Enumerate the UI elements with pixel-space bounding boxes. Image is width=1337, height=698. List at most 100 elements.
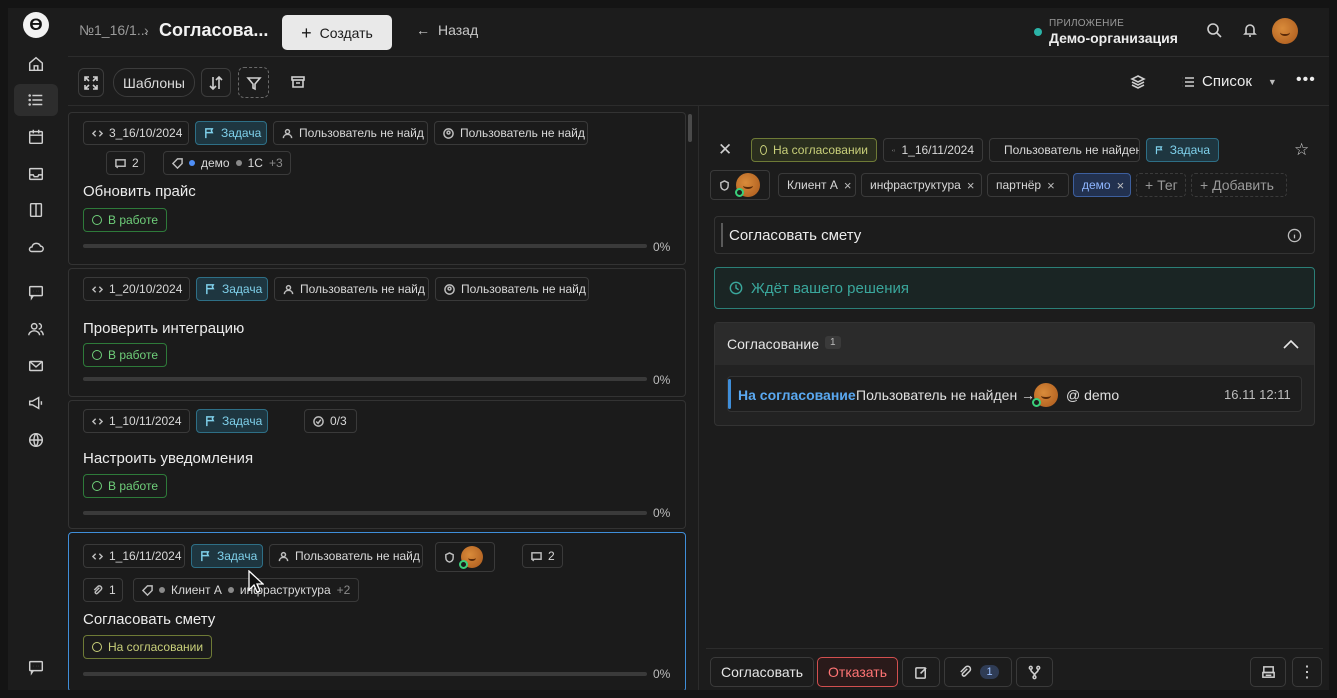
branch-icon[interactable] [1016,657,1053,687]
app-caption: ПРИЛОЖЕНИЕ [1049,18,1125,29]
templates-label: Шаблоны [123,74,185,91]
view-label: Список [1202,73,1252,90]
approver-chip[interactable] [435,542,495,572]
assignee-chip[interactable]: Пользователь не найд [273,121,428,145]
list-icon[interactable] [14,84,58,116]
layers-icon[interactable] [1130,74,1146,90]
back-button[interactable]: ← Назад [416,22,478,38]
expand-icon[interactable] [78,68,104,97]
task-title: Согласовать смету [83,611,216,628]
approve-button[interactable]: Согласовать [710,657,814,687]
detail-type-chip: Задача [1146,138,1219,162]
globe-icon[interactable] [14,424,58,456]
create-button[interactable]: + Создать [282,15,392,50]
users-icon[interactable] [14,313,58,345]
comment-icon [115,158,126,168]
app-logo-icon[interactable]: ϴ [23,12,49,38]
user-avatar[interactable] [1272,18,1298,44]
megaphone-icon[interactable] [14,387,58,419]
info-icon[interactable] [1287,228,1302,243]
list-toolbar: Шаблоны Список ▼ ••• [68,56,1329,106]
tag-chip-active[interactable]: демо × [1073,173,1131,197]
comments-chip[interactable]: 2 [106,151,145,175]
shield-icon [445,551,454,563]
approval-header[interactable]: Согласование 1 [715,323,1314,365]
support-chat-icon[interactable] [14,651,58,683]
bell-icon[interactable] [1242,22,1262,42]
tags-chip[interactable]: демо 1С +3 [163,151,291,175]
approval-entry-user: Пользователь не найден → [856,387,1036,403]
templates-button[interactable]: Шаблоны [113,68,195,97]
author-chip[interactable]: Пользователь не найд [435,277,589,301]
task-card[interactable]: 1_10/11/2024 Задача 0/3 Настроить уведом… [68,400,686,529]
assignee-chip[interactable]: Пользователь не найд [269,544,423,568]
edit-icon[interactable] [902,657,940,687]
organization-name[interactable]: Демо-организация [1049,30,1178,46]
archive-icon[interactable] [290,74,306,90]
star-icon[interactable]: ☆ [1294,140,1309,160]
task-id-chip: 1_10/11/2024 [83,409,190,433]
breadcrumb[interactable]: №1_16/1... [79,22,149,38]
remove-tag-icon: × [1047,177,1055,193]
clock-icon [729,281,743,295]
calendar-icon[interactable] [14,121,58,153]
flag-icon [206,283,215,294]
close-icon[interactable]: ✕ [718,140,732,160]
status-badge: На согласовании [83,635,213,659]
attachments-chip[interactable]: 1 [83,578,123,602]
tags-chip[interactable]: Клиент А инфраструктура +2 [133,578,359,602]
more-icon[interactable]: ••• [1296,71,1316,89]
app-status-dot [1034,28,1042,36]
detail-approver-chip[interactable] [710,170,770,200]
task-title-field[interactable]: Согласовать смету [714,216,1315,254]
task-id-chip: 1_16/11/2024 [83,544,185,568]
reject-button[interactable]: Отказать [817,657,898,687]
chevron-up-icon[interactable] [1282,337,1300,351]
more-vertical-icon[interactable]: ⋮ [1292,657,1322,687]
tag-chip[interactable]: инфраструктура × [861,173,982,197]
approval-count: 1 [825,336,841,349]
inbox-icon[interactable] [14,158,58,190]
book-icon[interactable] [14,194,58,226]
approval-entry-time: 16.11 12:11 [1224,387,1291,402]
cloud-icon[interactable] [14,231,58,263]
mail-icon[interactable] [14,350,58,382]
panel-divider[interactable] [698,106,699,690]
tag-chip[interactable]: Клиент А × [778,173,856,197]
task-card[interactable]: 1_20/10/2024 Задача Пользователь не найд… [68,268,686,397]
plus-icon: + [301,22,312,43]
back-button-label: Назад [438,22,479,38]
chat-icon[interactable] [14,276,58,308]
task-title: Обновить прайс [83,183,196,200]
list-scrollbar[interactable] [688,114,692,142]
approval-entry[interactable]: На согласование Пользователь не найден →… [727,376,1302,412]
filter-icon[interactable] [238,67,269,98]
user-icon [283,284,294,294]
add-tag-button[interactable]: + Тег [1136,173,1186,197]
comments-chip[interactable]: 2 [522,544,563,568]
assignee-chip[interactable]: Пользователь не найд [274,277,429,301]
code-icon [92,552,103,560]
task-title-value: Согласовать смету [729,227,862,244]
attachments-button[interactable]: 1 [944,657,1012,687]
tag-chip[interactable]: партнёр × [987,173,1069,197]
tag-icon [172,157,183,169]
task-id-chip: 3_16/10/2024 [83,121,189,145]
detail-status-chip[interactable]: На согласовании [751,138,877,162]
remove-tag-icon: × [843,177,852,193]
home-icon[interactable] [14,48,58,80]
add-field-button[interactable]: + Добавить [1191,173,1287,197]
progress-bar [83,244,647,248]
author-chip[interactable]: Пользователь не найд [434,121,588,145]
task-card-selected[interactable]: 1_16/11/2024 Задача Пользователь не найд… [68,532,686,690]
view-switcher[interactable]: Список ▼ [1180,73,1277,90]
detail-assignee-chip[interactable]: Пользователь не найден [989,138,1140,162]
checklist-chip[interactable]: 0/3 [304,409,357,433]
search-icon[interactable] [1206,22,1226,42]
task-card[interactable]: 3_16/10/2024 Задача Пользователь не найд… [68,112,686,265]
sort-icon[interactable] [201,68,231,97]
code-icon [892,148,896,152]
task-type-chip: Задача [191,544,263,568]
mouse-cursor-icon [248,570,264,593]
print-icon[interactable] [1250,657,1286,687]
